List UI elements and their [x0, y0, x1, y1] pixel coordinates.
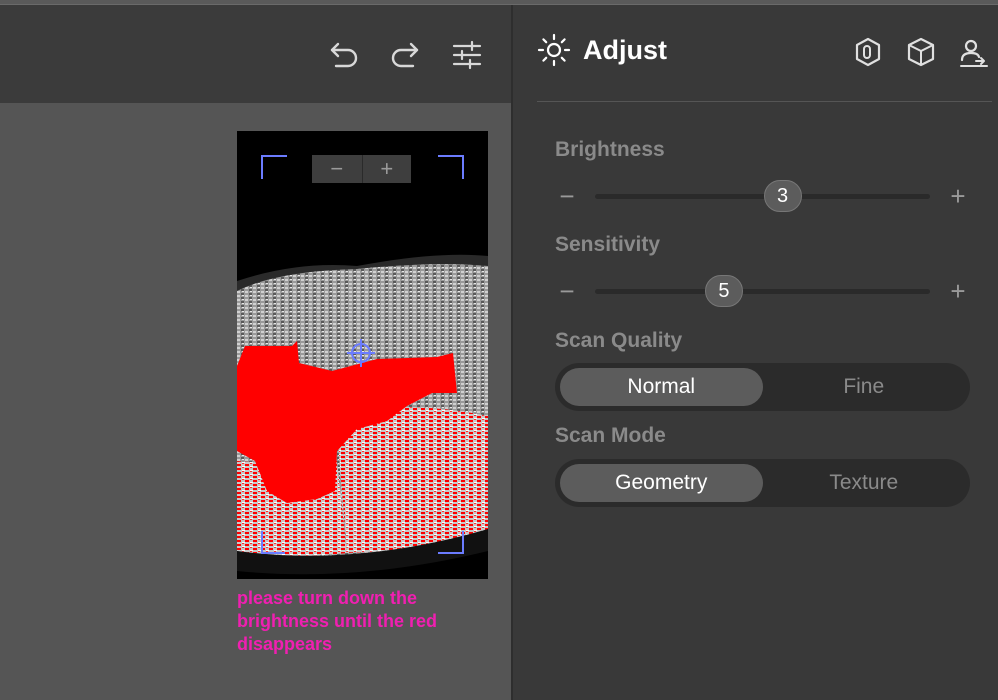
redo-icon	[391, 42, 419, 68]
sun-icon	[537, 33, 571, 67]
zoom-out-button[interactable]: −	[312, 155, 362, 183]
sensitivity-slider-track[interactable]: 5	[595, 275, 930, 307]
sensitivity-label: Sensitivity	[555, 233, 661, 256]
brightness-slider-row: − 3 +	[555, 180, 970, 212]
cube-icon	[907, 37, 935, 67]
cube-button[interactable]	[904, 35, 938, 69]
scan-quality-label: Scan Quality	[555, 329, 683, 352]
scan-mode-toggle: Geometry Texture	[555, 459, 970, 507]
sensitivity-slider-thumb[interactable]: 5	[704, 275, 743, 307]
preview-zoom-controls: − +	[312, 155, 411, 183]
panel-title: Adjust	[583, 34, 667, 65]
undo-button[interactable]	[326, 37, 362, 73]
user-switch-icon	[960, 39, 988, 67]
scan-quality-option-fine[interactable]: Fine	[763, 368, 966, 406]
hexagon-button[interactable]	[851, 35, 885, 69]
settings-sliders-button[interactable]	[449, 37, 485, 73]
canvas-toolbar	[0, 5, 511, 103]
panel-header: Adjust	[537, 33, 667, 67]
sensitivity-decrease-button[interactable]: −	[555, 277, 579, 307]
undo-icon	[330, 42, 358, 68]
brightness-increase-button[interactable]: +	[946, 182, 970, 212]
brightness-label: Brightness	[555, 138, 665, 161]
brightness-decrease-button[interactable]: −	[555, 182, 579, 212]
camera-preview	[237, 131, 488, 579]
panel-header-divider	[537, 101, 992, 102]
sliders-icon	[452, 40, 482, 70]
brightness-slider-track[interactable]: 3	[595, 180, 930, 212]
brightness-slider-thumb[interactable]: 3	[763, 180, 802, 212]
user-switch-button[interactable]	[957, 35, 991, 69]
scan-mode-option-geometry[interactable]: Geometry	[560, 464, 763, 502]
adjust-panel: Adjust Brightness − 3 + Sensitivity − 5 …	[513, 5, 998, 700]
scan-quality-toggle: Normal Fine	[555, 363, 970, 411]
brightness-warning: please turn down the brightness until th…	[237, 588, 438, 654]
hexagon-icon	[855, 37, 881, 67]
redo-button[interactable]	[387, 37, 423, 73]
scan-mode-option-texture[interactable]: Texture	[763, 464, 966, 502]
zoom-in-button[interactable]: +	[361, 155, 412, 183]
scan-mode-label: Scan Mode	[555, 424, 666, 447]
sensitivity-increase-button[interactable]: +	[946, 277, 970, 307]
sensitivity-slider-row: − 5 +	[555, 275, 970, 307]
scan-quality-option-normal[interactable]: Normal	[560, 368, 763, 406]
